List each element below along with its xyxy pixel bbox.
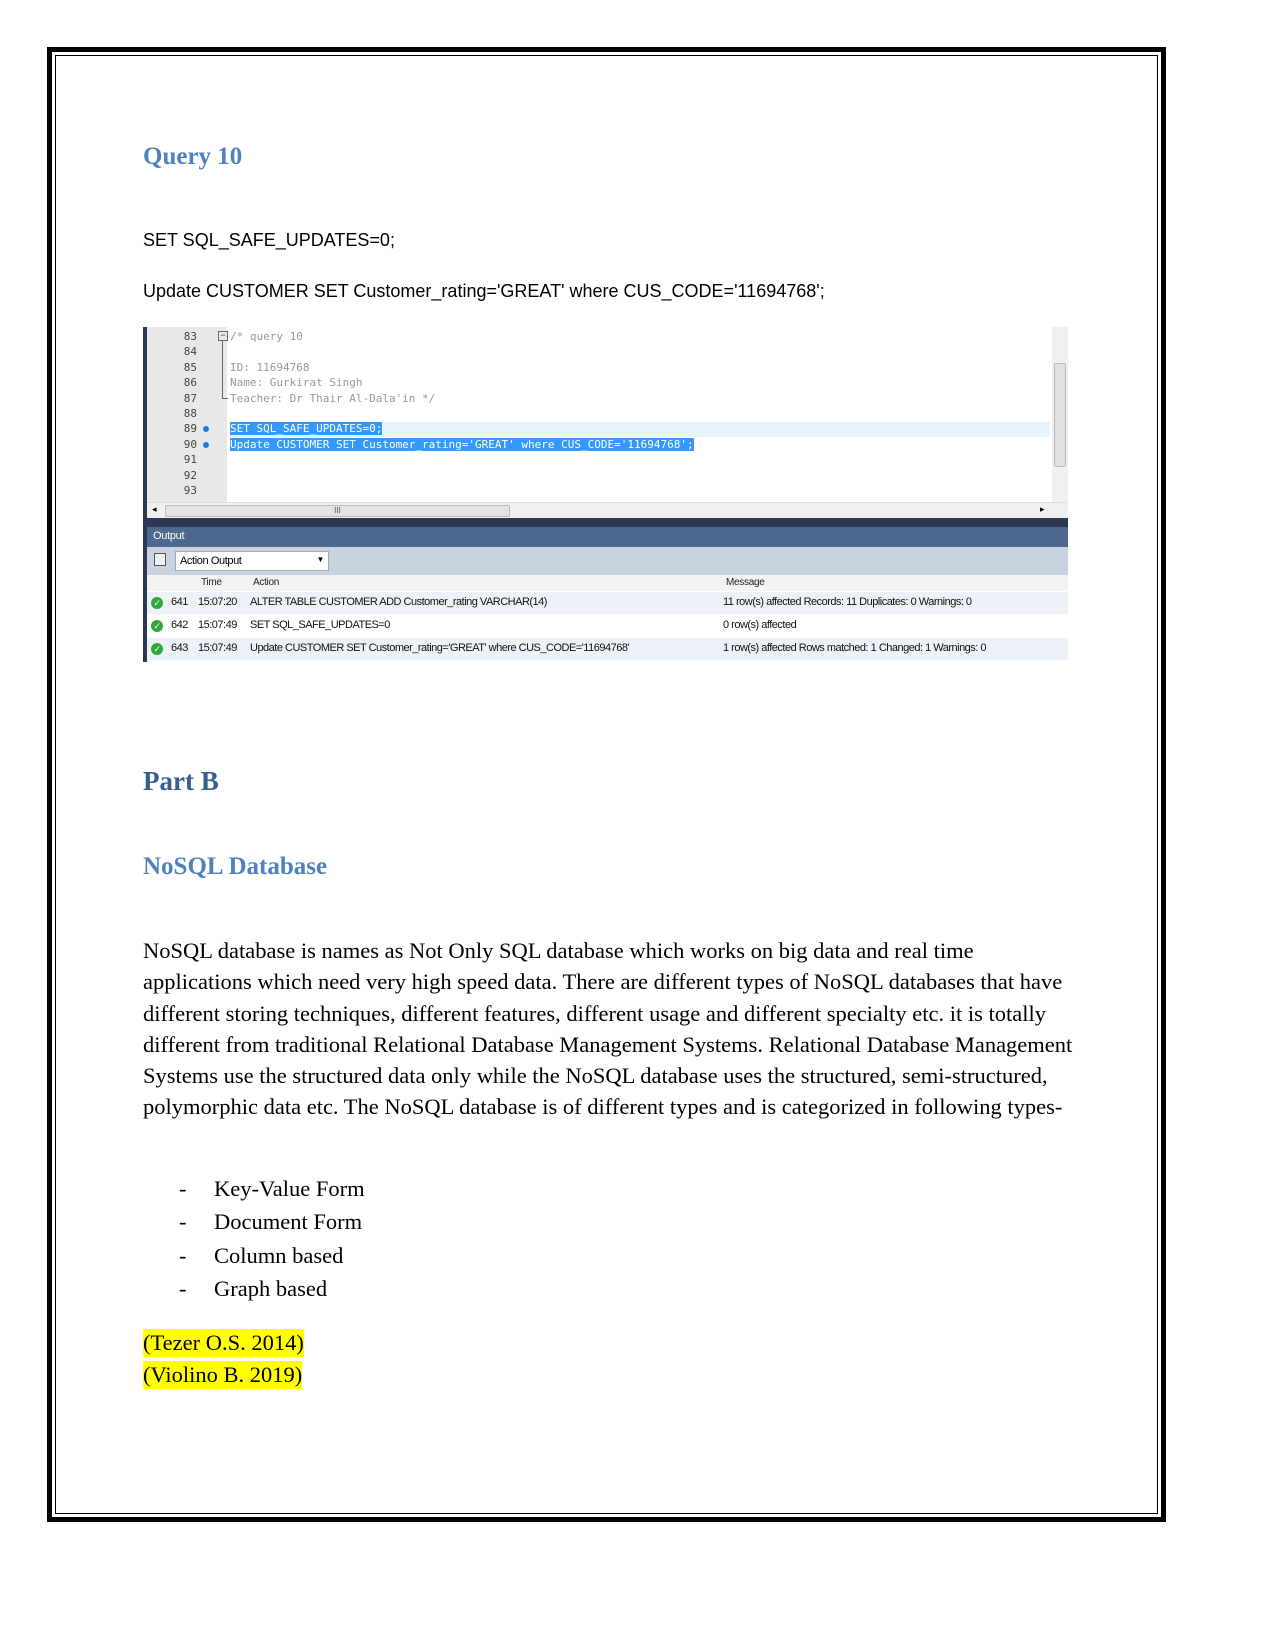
list-item-text: Document Form bbox=[214, 1209, 363, 1235]
line-number: 91 bbox=[183, 453, 197, 467]
code-text: Name: Gurkirat Singh bbox=[230, 376, 363, 390]
output-row[interactable]: ✓ 641 15:07:20 ALTER TABLE CUSTOMER ADD … bbox=[147, 592, 1068, 614]
code-line: ID: 11694768 bbox=[230, 361, 309, 374]
row-message: 0 row(s) affected bbox=[723, 618, 797, 631]
column-message: Message bbox=[726, 577, 765, 588]
output-toolbar: Action Output ▼ bbox=[147, 547, 1068, 575]
row-id: 642 bbox=[171, 618, 188, 631]
scroll-left-icon[interactable]: ◂ bbox=[152, 504, 157, 515]
output-table-header: Time Action Message bbox=[147, 575, 1068, 591]
fold-collapse-icon[interactable]: − bbox=[218, 331, 228, 341]
row-action: ALTER TABLE CUSTOMER ADD Customer_rating… bbox=[250, 596, 547, 608]
row-message: 1 row(s) affected Rows matched: 1 Change… bbox=[723, 641, 987, 654]
chevron-down-icon: ▼ bbox=[316, 555, 324, 564]
row-id: 641 bbox=[171, 596, 188, 608]
horizontal-scrollbar[interactable]: ◂ III ▸ bbox=[147, 502, 1068, 518]
line-number: 84 bbox=[183, 345, 197, 359]
row-message: 11 row(s) affected Records: 11 Duplicate… bbox=[723, 596, 972, 608]
code-line: Name: Gurkirat Singh bbox=[230, 376, 362, 389]
row-time: 15:07:20 bbox=[198, 596, 237, 608]
output-type-value: Action Output bbox=[180, 555, 242, 567]
row-time: 15:07:49 bbox=[198, 641, 237, 654]
output-type-select[interactable]: Action Output ▼ bbox=[175, 551, 329, 571]
code-line: SET SQL_SAFE_UPDATES=0; bbox=[230, 422, 383, 436]
row-action: SET SQL_SAFE_UPDATES=0 bbox=[250, 618, 390, 631]
reference-highlight: (Tezer O.S. 2014) bbox=[143, 1329, 304, 1357]
code-text: ID: 11694768 bbox=[230, 360, 310, 374]
code-text: SET SQL_SAFE_UPDATES=0; bbox=[230, 422, 383, 436]
code-text: Teacher: Dr Thair Al-Dala'in */ bbox=[230, 391, 436, 405]
copy-icon[interactable] bbox=[154, 553, 166, 566]
row-time: 15:07:49 bbox=[198, 618, 237, 631]
line-number: 88 bbox=[183, 407, 197, 420]
query-heading: Query 10 bbox=[143, 143, 243, 170]
success-check-icon: ✓ bbox=[151, 597, 163, 609]
reference-highlight: (Violino B. 2019) bbox=[143, 1361, 303, 1389]
bullet-dash: - bbox=[179, 1209, 187, 1235]
success-check-icon: ✓ bbox=[151, 619, 163, 632]
line-number: 90 bbox=[183, 437, 197, 451]
sql-line: SET SQL_SAFE_UPDATES=0; bbox=[143, 230, 395, 250]
line-number: 86 bbox=[183, 376, 197, 390]
line-number: 93 bbox=[183, 484, 197, 497]
list-item-text: Graph based bbox=[214, 1275, 328, 1301]
bullet-dash: - bbox=[179, 1275, 187, 1301]
vertical-scrollbar[interactable] bbox=[1052, 327, 1068, 502]
line-number: 87 bbox=[183, 391, 197, 405]
scroll-right-icon[interactable]: ▸ bbox=[1040, 504, 1045, 515]
output-panel-title: Output bbox=[147, 527, 1068, 547]
code-line: /* query 10 bbox=[230, 330, 303, 343]
part-heading: Part B bbox=[143, 766, 219, 796]
body-paragraph: NoSQL database is names as Not Only SQL … bbox=[143, 938, 1073, 1120]
code-line: Update CUSTOMER SET Customer_rating='GRE… bbox=[230, 437, 694, 451]
code-line: Teacher: Dr Thair Al-Dala'in */ bbox=[230, 392, 435, 405]
output-row[interactable]: ✓ 643 15:07:49 Update CUSTOMER SET Custo… bbox=[147, 637, 1068, 660]
bullet-dash: - bbox=[179, 1176, 187, 1201]
code-text: Update CUSTOMER SET Customer_rating='GRE… bbox=[230, 437, 694, 451]
statement-marker-icon bbox=[203, 441, 209, 448]
column-time: Time bbox=[201, 577, 222, 588]
row-id: 643 bbox=[171, 641, 188, 654]
sql-line: Update CUSTOMER SET Customer_rating='GRE… bbox=[143, 281, 825, 301]
nosql-heading: NoSQL Database bbox=[143, 853, 328, 880]
fold-line bbox=[222, 341, 228, 399]
success-check-icon: ✓ bbox=[151, 642, 163, 655]
column-action: Action bbox=[253, 577, 279, 588]
output-row[interactable]: ✓ 642 15:07:49 SET SQL_SAFE_UPDATES=0 0 … bbox=[147, 614, 1068, 637]
code-text: /* query 10 bbox=[230, 330, 303, 343]
row-action: Update CUSTOMER SET Customer_rating='GRE… bbox=[250, 641, 630, 654]
line-number: 85 bbox=[183, 360, 197, 374]
line-number: 83 bbox=[183, 330, 197, 343]
line-number: 92 bbox=[183, 468, 197, 482]
list-item-text: Column based bbox=[214, 1242, 344, 1268]
workbench-screenshot: 83 /* query 10 84 85 ID: 11694768 86 Name: Gur… bbox=[143, 327, 1068, 662]
list-item-text: Key-Value Form bbox=[214, 1176, 365, 1201]
bullet-dash: - bbox=[179, 1242, 187, 1268]
line-number: 89 bbox=[183, 422, 197, 436]
